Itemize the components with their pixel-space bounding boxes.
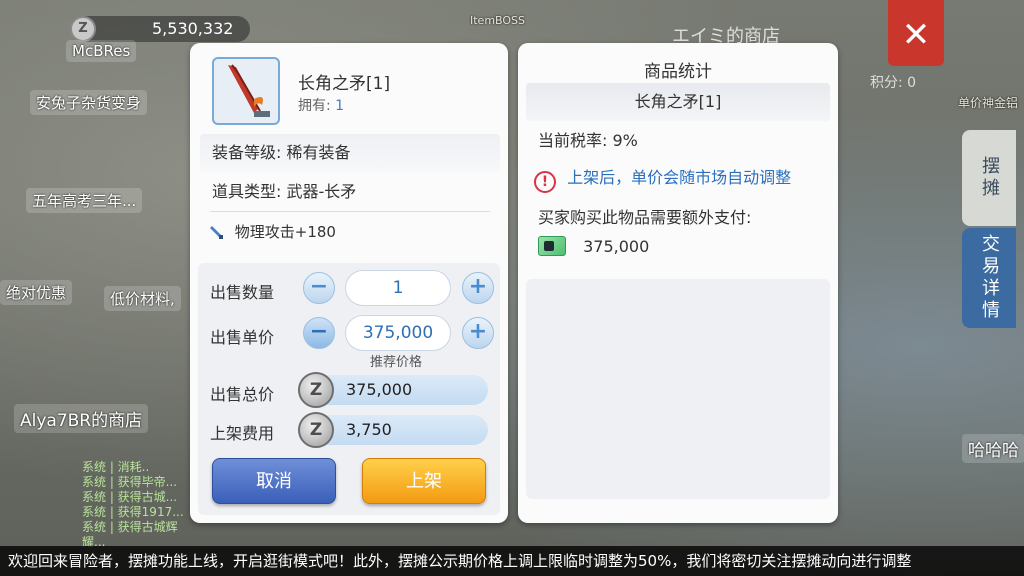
type-row: 道具类型: 武器-长矛 [200, 173, 500, 211]
fee-value-row: Z 3,750 [298, 412, 488, 448]
price-minus-button[interactable]: − [303, 317, 335, 349]
qty-minus-button[interactable]: − [303, 272, 335, 304]
tab-stall[interactable]: 摆摊 [962, 130, 1016, 226]
map-label: 单价神金铝 [958, 96, 1019, 110]
ticket-icon [538, 236, 566, 256]
item-bonus: 物理攻击+180 [210, 221, 336, 242]
map-label[interactable]: 五年高考三年... [26, 188, 143, 213]
item-name: 长角之矛[1] [298, 74, 391, 94]
tax-rate: 当前税率: 9% [538, 131, 638, 150]
stats-title: 商品统计 [644, 62, 712, 82]
map-label: ItemBOSS [470, 14, 526, 27]
fee-label: 上架费用 [210, 424, 275, 443]
type-value: 武器-长矛 [286, 182, 357, 201]
map-label[interactable]: McBRes [66, 40, 137, 62]
tab-trade-details[interactable]: 交易详情 [962, 228, 1016, 328]
zeny-balance: Z 5,530,332 [70, 16, 250, 42]
price-plus-button[interactable]: + [462, 317, 494, 349]
minus-icon: − [309, 274, 329, 299]
zeny-balance-value: 5,530,332 [152, 19, 234, 38]
zeny-coin-icon: Z [298, 412, 334, 448]
grade-label: 装备等级: [212, 143, 282, 162]
close-button[interactable]: ✕ [888, 0, 944, 66]
map-label[interactable]: Alya7BR的商店 [14, 404, 149, 433]
system-log: 系统 | 消耗.. 系统 | 获得毕帝... 系统 | 获得古城... 系统 |… [0, 460, 190, 549]
map-label[interactable]: 绝对优惠 [0, 280, 73, 305]
total-value: 375,000 [346, 380, 413, 399]
score-text: 积分: 0 [870, 75, 917, 91]
log-line: 系统 | 获得古城... [82, 490, 178, 504]
recommended-price-hint: 推荐价格 [370, 355, 423, 370]
owned-value: 1 [335, 98, 345, 114]
type-label: 道具类型: [212, 182, 282, 201]
close-icon: ✕ [901, 15, 931, 55]
spear-icon [228, 64, 270, 117]
plus-icon: + [468, 274, 488, 299]
fee-value: 3,750 [346, 420, 392, 439]
log-line: 系统 | 获得毕帝... [82, 475, 178, 489]
list-item-button[interactable]: 上架 [362, 458, 486, 504]
plus-icon: + [468, 319, 488, 344]
buyer-amount: 375,000 [583, 237, 650, 256]
grade-row: 装备等级: 稀有装备 [200, 134, 500, 172]
log-line: 系统 | 获得1917... [82, 505, 184, 519]
total-label: 出售总价 [210, 385, 275, 404]
bonus-text: 物理攻击+180 [234, 223, 336, 241]
sell-item-panel: 长角之矛[1] 拥有: 1 装备等级: 稀有装备 道具类型: 武器-长矛 物理攻… [190, 43, 508, 523]
buyer-amount-row: 375,000 [538, 236, 649, 256]
warning-icon: ! [534, 171, 556, 193]
minus-icon: − [309, 319, 329, 344]
announcement-ticker: 欢迎回来冒险者，摆摊功能上线，开启逛街模式吧！此外，摆摊公示期价格上调上限临时调… [0, 546, 1024, 576]
qty-input[interactable]: 1 [345, 270, 451, 306]
zeny-coin-icon: Z [298, 372, 334, 408]
warning-text: 上架后，单价会随市场自动调整 [567, 168, 792, 187]
divider [210, 211, 490, 212]
sword-icon [210, 226, 223, 239]
item-stats-panel: 商品统计 长角之矛[1] 当前税率: 9% ! 上架后，单价会随市场自动调整 买… [518, 43, 838, 523]
price-input[interactable]: 375,000 [345, 315, 451, 351]
map-label[interactable]: 安兔子杂货变身 [30, 90, 148, 115]
price-label: 出售单价 [210, 328, 275, 347]
qty-plus-button[interactable]: + [462, 272, 494, 304]
grade-value: 稀有装备 [286, 143, 351, 162]
total-value-row: Z 375,000 [298, 372, 488, 408]
map-label[interactable]: 哈哈哈 [962, 434, 1024, 463]
stats-chart-area [526, 279, 830, 499]
buyer-note: 买家购买此物品需要额外支付: [538, 208, 752, 227]
zeny-coin-icon: Z [70, 16, 96, 42]
stats-item-name: 长角之矛[1] [526, 83, 830, 121]
item-owned: 拥有: 1 [298, 95, 344, 115]
log-line: 系统 | 消耗.. [82, 460, 150, 474]
cancel-button[interactable]: 取消 [212, 458, 336, 504]
map-label[interactable]: 低价材料, [104, 286, 181, 311]
qty-label: 出售数量 [210, 283, 275, 302]
price-adjust-warning: ! 上架后，单价会随市场自动调整 [534, 164, 791, 193]
owned-label: 拥有: [298, 98, 331, 114]
item-icon[interactable] [212, 57, 280, 125]
